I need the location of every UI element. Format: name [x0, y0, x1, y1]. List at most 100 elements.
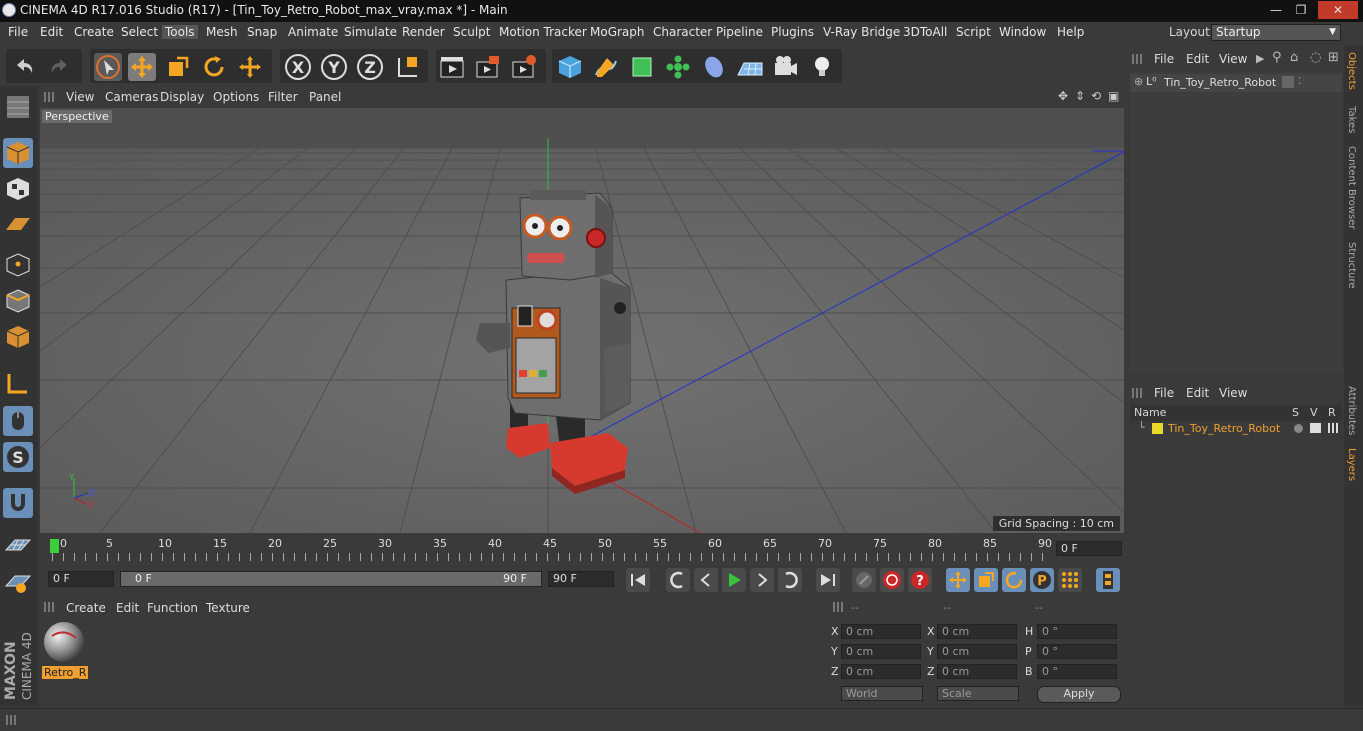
viewport-menu-view[interactable]: View — [66, 90, 94, 104]
points-mode-icon[interactable] — [3, 250, 33, 280]
x-axis-icon[interactable]: X — [284, 53, 312, 81]
material-menu-create[interactable]: Create — [66, 601, 106, 615]
new-window-icon[interactable]: ⊞ — [1328, 50, 1339, 65]
record-disabled-icon[interactable] — [852, 568, 876, 592]
minimize-button[interactable]: — — [1265, 1, 1287, 19]
layer-color-swatch[interactable] — [1152, 423, 1163, 434]
layer-menu-file[interactable]: File — [1154, 386, 1174, 400]
search-icon[interactable]: ⚲ — [1272, 50, 1282, 65]
solo-toggle[interactable] — [1294, 424, 1303, 433]
workplane-lock-icon[interactable] — [3, 568, 33, 598]
material-menu-texture[interactable]: Texture — [206, 601, 250, 615]
viewport-menu-filter[interactable]: Filter — [268, 90, 298, 104]
play-icon[interactable] — [722, 568, 746, 592]
maximize-button[interactable]: ❐ — [1290, 1, 1312, 19]
timeline-window-icon[interactable] — [1096, 568, 1120, 592]
edges-mode-icon[interactable] — [3, 286, 33, 316]
pen-spline-icon[interactable] — [592, 53, 620, 81]
menu-window[interactable]: Window — [999, 25, 1046, 39]
model-mode-icon[interactable] — [3, 138, 33, 168]
size-z-field[interactable]: 0 cm — [937, 664, 1017, 679]
viewport-maximize-icon[interactable]: ▣ — [1108, 89, 1119, 103]
go-to-start-icon[interactable] — [626, 568, 650, 592]
layer-menu-view[interactable]: View — [1219, 386, 1247, 400]
side-tab-takes[interactable]: Takes — [1346, 106, 1357, 133]
snap-mode-icon[interactable]: S — [3, 442, 33, 472]
position-z-field[interactable]: 0 cm — [841, 664, 921, 679]
perspective-viewport[interactable]: Y Z X Perspective Grid Spacing : 10 cm — [40, 108, 1124, 533]
render-toggle-icon[interactable] — [1328, 423, 1339, 433]
autokey-icon[interactable] — [880, 568, 904, 592]
rotation-b-field[interactable]: 0 ° — [1037, 664, 1117, 679]
keyframe-selection-icon[interactable]: ? — [908, 568, 932, 592]
key-parameter-icon[interactable]: P — [1030, 568, 1054, 592]
rotation-h-field[interactable]: 0 ° — [1037, 624, 1117, 639]
position-y-field[interactable]: 0 cm — [841, 644, 921, 659]
menu-file[interactable]: File — [8, 25, 28, 39]
home-icon[interactable]: ⌂ — [1290, 50, 1298, 65]
object-menu-file[interactable]: File — [1154, 52, 1174, 66]
menu-3dtoall[interactable]: 3DToAll — [903, 25, 947, 39]
menu-script[interactable]: Script — [956, 25, 991, 39]
menu-sculpt[interactable]: Sculpt — [453, 25, 490, 39]
object-menu-edit[interactable]: Edit — [1186, 52, 1209, 66]
side-tab-layers[interactable]: Layers — [1346, 448, 1357, 481]
object-name[interactable]: Tin_Toy_Retro_Robot — [1164, 76, 1276, 89]
polygons-mode-icon[interactable] — [3, 322, 33, 352]
texture-mode-icon[interactable] — [3, 174, 33, 204]
viewport-pan-icon[interactable]: ✥ — [1058, 89, 1068, 103]
next-frame-icon[interactable] — [750, 568, 774, 592]
position-x-field[interactable]: 0 cm — [841, 624, 921, 639]
tree-expand-icon[interactable]: ⊕ — [1134, 75, 1143, 88]
key-rotation-icon[interactable] — [1002, 568, 1026, 592]
tweak-mode-icon[interactable] — [3, 406, 33, 436]
viewport-menu-panel[interactable]: Panel — [309, 90, 341, 104]
workplane-grid-icon[interactable] — [3, 532, 33, 562]
workplane-icon[interactable] — [3, 210, 33, 240]
side-tab-attributes[interactable]: Attributes — [1346, 386, 1357, 435]
material-menu-edit[interactable]: Edit — [116, 601, 139, 615]
deformer-icon[interactable] — [700, 53, 728, 81]
end-frame-field[interactable]: 90 F — [548, 571, 614, 587]
playhead-marker[interactable] — [50, 539, 59, 553]
coordinate-system-icon[interactable] — [394, 53, 422, 81]
menu-snap[interactable]: Snap — [247, 25, 277, 39]
next-key-icon[interactable] — [778, 568, 802, 592]
menu-animate[interactable]: Animate — [288, 25, 338, 39]
timeline-ruler[interactable]: 0 5 10 15 20 25 30 35 40 45 50 55 60 65 … — [40, 535, 1124, 563]
axis-mode-icon[interactable] — [3, 368, 33, 398]
viewport-menu-cameras[interactable]: Cameras — [105, 90, 158, 104]
size-y-field[interactable]: 0 cm — [937, 644, 1017, 659]
start-frame-field[interactable]: 0 F — [48, 571, 114, 587]
y-axis-icon[interactable]: Y — [320, 53, 348, 81]
visibility-dots-icon[interactable]: ⁚ — [1298, 76, 1301, 87]
viewport-zoom-icon[interactable]: ⇕ — [1075, 89, 1085, 103]
camera-icon[interactable] — [772, 53, 800, 81]
transform-icon[interactable] — [236, 53, 264, 81]
menu-tools[interactable]: Tools — [162, 25, 198, 39]
viewport-menu-options[interactable]: Options — [213, 90, 259, 104]
layer-menu-edit[interactable]: Edit — [1186, 386, 1209, 400]
rotation-p-field[interactable]: 0 ° — [1037, 644, 1117, 659]
rotate-icon[interactable] — [200, 53, 228, 81]
eye-icon[interactable]: ◌ — [1310, 50, 1321, 65]
make-editable-icon[interactable] — [3, 92, 33, 122]
menu-pipeline[interactable]: Pipeline — [716, 25, 763, 39]
undo-icon[interactable] — [10, 53, 38, 81]
cloner-icon[interactable] — [664, 53, 692, 81]
current-frame-field[interactable]: 0 F — [1056, 541, 1122, 556]
close-button[interactable]: ✕ — [1318, 1, 1358, 19]
cube-primitive-icon[interactable] — [556, 53, 584, 81]
menu-character[interactable]: Character — [653, 25, 712, 39]
redo-icon[interactable] — [46, 53, 74, 81]
subdivision-icon[interactable] — [628, 53, 656, 81]
magnet-icon[interactable] — [3, 488, 33, 518]
layer-row[interactable]: └ Tin_Toy_Retro_Robot — [1130, 421, 1342, 437]
light-icon[interactable] — [808, 53, 836, 81]
layer-tag-icon[interactable] — [1282, 76, 1294, 88]
coord-scale-dropdown[interactable]: Scale — [937, 686, 1019, 701]
side-tab-content-browser[interactable]: Content Browser — [1346, 146, 1357, 229]
menu-mograph[interactable]: MoGraph — [590, 25, 645, 39]
menu-create[interactable]: Create — [74, 25, 114, 39]
move-icon[interactable] — [128, 53, 156, 81]
